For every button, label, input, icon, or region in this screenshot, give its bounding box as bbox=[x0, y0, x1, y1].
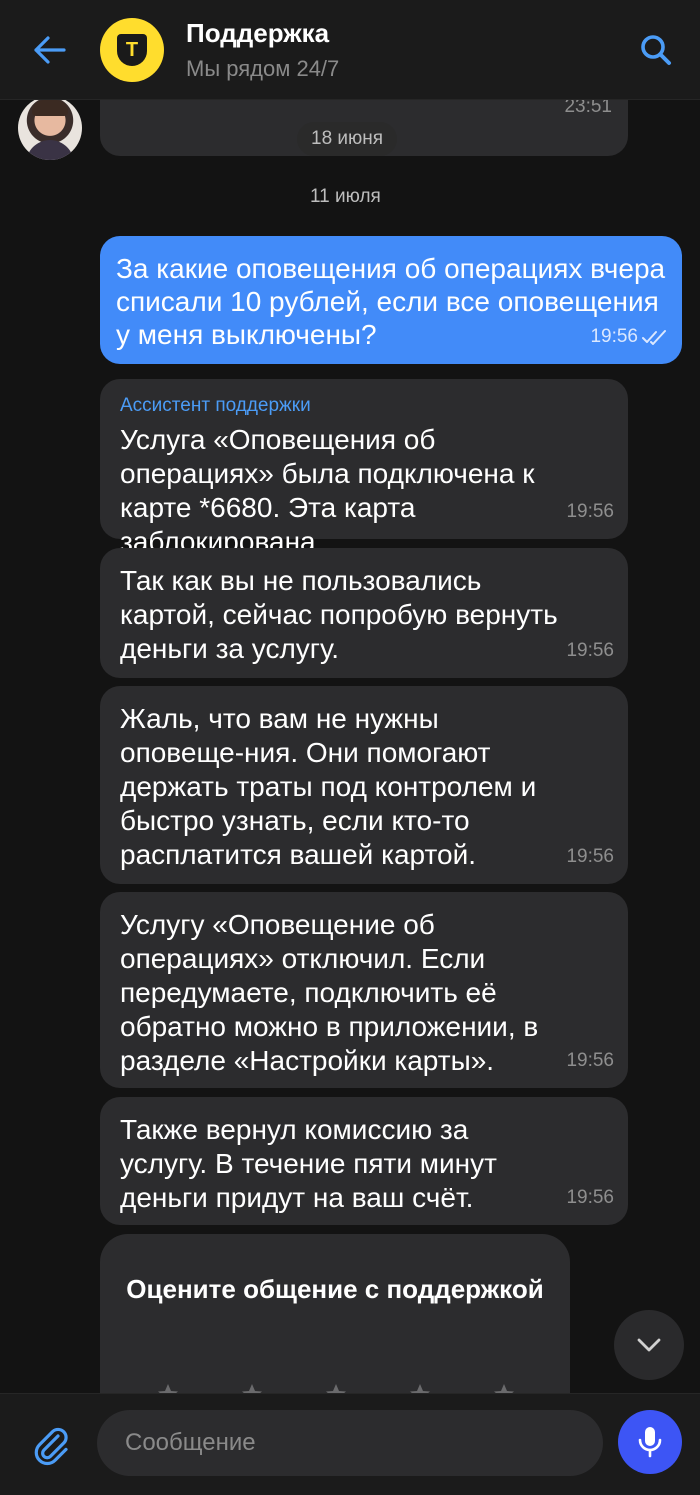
message-time: 19:56 bbox=[566, 501, 614, 522]
rating-card: Оцените общение с поддержкой bbox=[100, 1234, 570, 1393]
message-time: 19:56 bbox=[566, 640, 614, 661]
message-meta: 19:56 bbox=[590, 326, 668, 348]
rating-stars bbox=[156, 1382, 516, 1393]
chat-screen: Т Поддержка Мы рядом 24/7 • • • • • • • … bbox=[0, 0, 700, 1495]
chevron-down-icon bbox=[637, 1338, 661, 1352]
incoming-message-bubble[interactable]: Так как вы не пользовались картой, сейча… bbox=[100, 548, 628, 678]
avatar-hair bbox=[32, 100, 68, 116]
rating-title: Оцените общение с поддержкой bbox=[126, 1274, 544, 1304]
search-icon bbox=[641, 35, 671, 65]
rating-star-5[interactable] bbox=[492, 1382, 516, 1393]
bank-logo-icon: Т bbox=[117, 34, 147, 66]
message-text: За какие оповещения об операциях вчера с… bbox=[116, 253, 666, 350]
incoming-message-bubble[interactable]: Ассистент поддержки Услуга «Оповещения о… bbox=[100, 379, 628, 557]
incoming-message-bubble[interactable]: Услугу «Оповещение об операциях» отключи… bbox=[100, 892, 628, 1088]
avatar-body bbox=[26, 140, 74, 160]
rating-star-2[interactable] bbox=[240, 1382, 264, 1393]
chat-header: Т Поддержка Мы рядом 24/7 bbox=[0, 0, 700, 100]
sender-name: Ассистент поддержки bbox=[120, 395, 311, 416]
outgoing-message-bubble[interactable]: За какие оповещения об операциях вчера с… bbox=[100, 236, 682, 364]
cut-off-text: • • • • • • • • • • • • • • • • • bbox=[120, 100, 403, 104]
scroll-down-button[interactable] bbox=[614, 1310, 684, 1380]
message-text: Услугу «Оповещение об операциях» отключи… bbox=[120, 909, 539, 1076]
search-button[interactable] bbox=[636, 30, 676, 70]
date-separator: 11 июля bbox=[310, 186, 381, 207]
support-avatar[interactable]: Т bbox=[100, 18, 164, 82]
logo-letter: Т bbox=[125, 39, 139, 61]
rating-star-4[interactable] bbox=[408, 1382, 432, 1393]
chat-subtitle: Мы рядом 24/7 bbox=[186, 56, 340, 81]
microphone-icon bbox=[638, 1427, 662, 1458]
user-avatar[interactable] bbox=[18, 100, 82, 160]
message-input[interactable] bbox=[97, 1410, 603, 1476]
message-text: Жаль, что вам не нужны оповеще-ния. Они … bbox=[120, 703, 537, 870]
message-list[interactable]: • • • • • • • • • • • • • • • • • 23:51 … bbox=[0, 100, 700, 1393]
message-text: Так как вы не пользовались картой, сейча… bbox=[120, 565, 558, 664]
message-time: 23:51 bbox=[564, 100, 612, 117]
rating-star-1[interactable] bbox=[156, 1382, 180, 1393]
message-text: Также вернул комиссию за услугу. В течен… bbox=[120, 1114, 497, 1213]
message-text: Услуга «Оповещения об операциях» была по… bbox=[120, 424, 535, 557]
attach-button[interactable] bbox=[30, 1424, 74, 1468]
rating-star-3[interactable] bbox=[324, 1382, 348, 1393]
message-time: 19:56 bbox=[566, 1050, 614, 1071]
chat-title[interactable]: Поддержка bbox=[186, 18, 329, 49]
composer-bar bbox=[0, 1393, 700, 1495]
message-time: 19:56 bbox=[566, 1187, 614, 1208]
arrow-left-icon bbox=[34, 36, 66, 64]
incoming-message-bubble[interactable]: Также вернул комиссию за услугу. В течен… bbox=[100, 1097, 628, 1225]
voice-message-button[interactable] bbox=[618, 1410, 682, 1474]
double-check-icon bbox=[642, 330, 666, 345]
message-time: 19:56 bbox=[590, 326, 638, 347]
paperclip-icon bbox=[34, 1427, 68, 1466]
incoming-message-bubble[interactable]: Жаль, что вам не нужны оповеще-ния. Они … bbox=[100, 686, 628, 884]
back-button[interactable] bbox=[30, 30, 70, 70]
message-time: 19:56 bbox=[566, 846, 614, 867]
date-separator: 18 июня bbox=[297, 122, 398, 156]
